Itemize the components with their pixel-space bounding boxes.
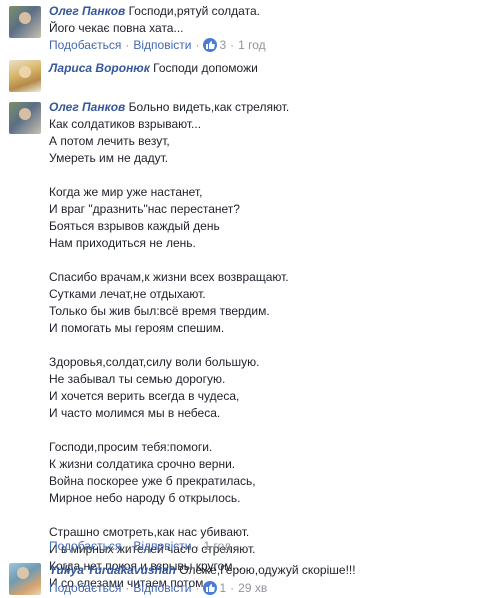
comment-text-line: Нам приходиться не лень. <box>49 236 196 250</box>
comment-text-line: Господи допоможи <box>153 61 258 75</box>
comment-timestamp[interactable]: 1 год <box>203 539 231 553</box>
avatar[interactable] <box>9 60 41 92</box>
comment-text-line: Мирное небо народу б открылось. <box>49 491 241 505</box>
thumbs-up-icon[interactable] <box>203 581 218 595</box>
comment-text-line: Как солдатиков взрывают... <box>49 117 202 131</box>
comment-text-line: Господи,рятуй солдата. <box>128 4 260 18</box>
comment-text-line: Сутками лечат,не отдыхают. <box>49 287 206 301</box>
comment-text-line: Спасибо врачам,к жизни всех возвращают. <box>49 270 289 284</box>
like-button[interactable]: Подобається <box>49 38 121 52</box>
comment-author[interactable]: Олег Панков <box>49 4 125 18</box>
like-button[interactable]: Подобається <box>49 581 121 595</box>
comment-text-line: Здоровья,солдат,силу воли большую. <box>49 355 260 369</box>
reply-button[interactable]: Відповісти <box>133 581 191 595</box>
comment-author[interactable]: Лариса Воронюк <box>49 61 150 75</box>
comment-text-line: Господи,просим тебя:помоги. <box>49 440 213 454</box>
comment-text-line: И враг "дразнить"нас перестанет? <box>49 202 240 216</box>
avatar[interactable] <box>9 563 41 595</box>
comment-text-line: Только бы жив был:всё время твердим. <box>49 304 270 318</box>
comment-text-line <box>49 422 476 439</box>
comment-text-line: Больно видеть,как стреляют. <box>128 100 290 114</box>
avatar[interactable] <box>9 6 41 38</box>
comment-author[interactable]: Yuliya Yurdakavushan <box>49 563 176 577</box>
comment-text-line <box>49 337 476 354</box>
thumbs-up-icon[interactable] <box>203 38 218 52</box>
comment-text-line <box>49 252 476 269</box>
comment-text-line: Його чекає повна хата... <box>49 21 184 35</box>
comment-text-line <box>49 507 476 524</box>
comment-text-line: К жизни солдатика срочно верни. <box>49 457 236 471</box>
like-button[interactable]: Подобається <box>49 539 121 553</box>
comment-text-line: Бояться взрывов каждый день <box>49 219 220 233</box>
comment-text-line: Когда же мир уже настанет, <box>49 185 203 199</box>
comment-text-line: Не забывал ты семью дорогую. <box>49 372 226 386</box>
comment-text-line: Война поскорее уже б прекратилась, <box>49 474 256 488</box>
reply-button[interactable]: Відповісти <box>133 539 191 553</box>
comment-text-line: И помогать мы героям спешим. <box>49 321 225 335</box>
comment-timestamp[interactable]: 29 хв <box>238 581 267 595</box>
comment-text-line: Олеже,Герою,одужуй скоріше!!! <box>179 563 356 577</box>
comment-text-line: И часто молимся мы в небеса. <box>49 406 221 420</box>
comment-text-line <box>49 167 476 184</box>
comment-author[interactable]: Олег Панков <box>49 100 125 114</box>
comment-text-line: И хочется верить всегда в чудеса, <box>49 389 240 403</box>
reply-button[interactable]: Відповісти <box>133 38 191 52</box>
comment-text-line: А потом лечить везут, <box>49 134 170 148</box>
comment-timestamp[interactable]: 1 год <box>238 38 266 52</box>
avatar[interactable] <box>9 102 41 134</box>
comment-text-line: Умереть им не дадут. <box>49 151 169 165</box>
